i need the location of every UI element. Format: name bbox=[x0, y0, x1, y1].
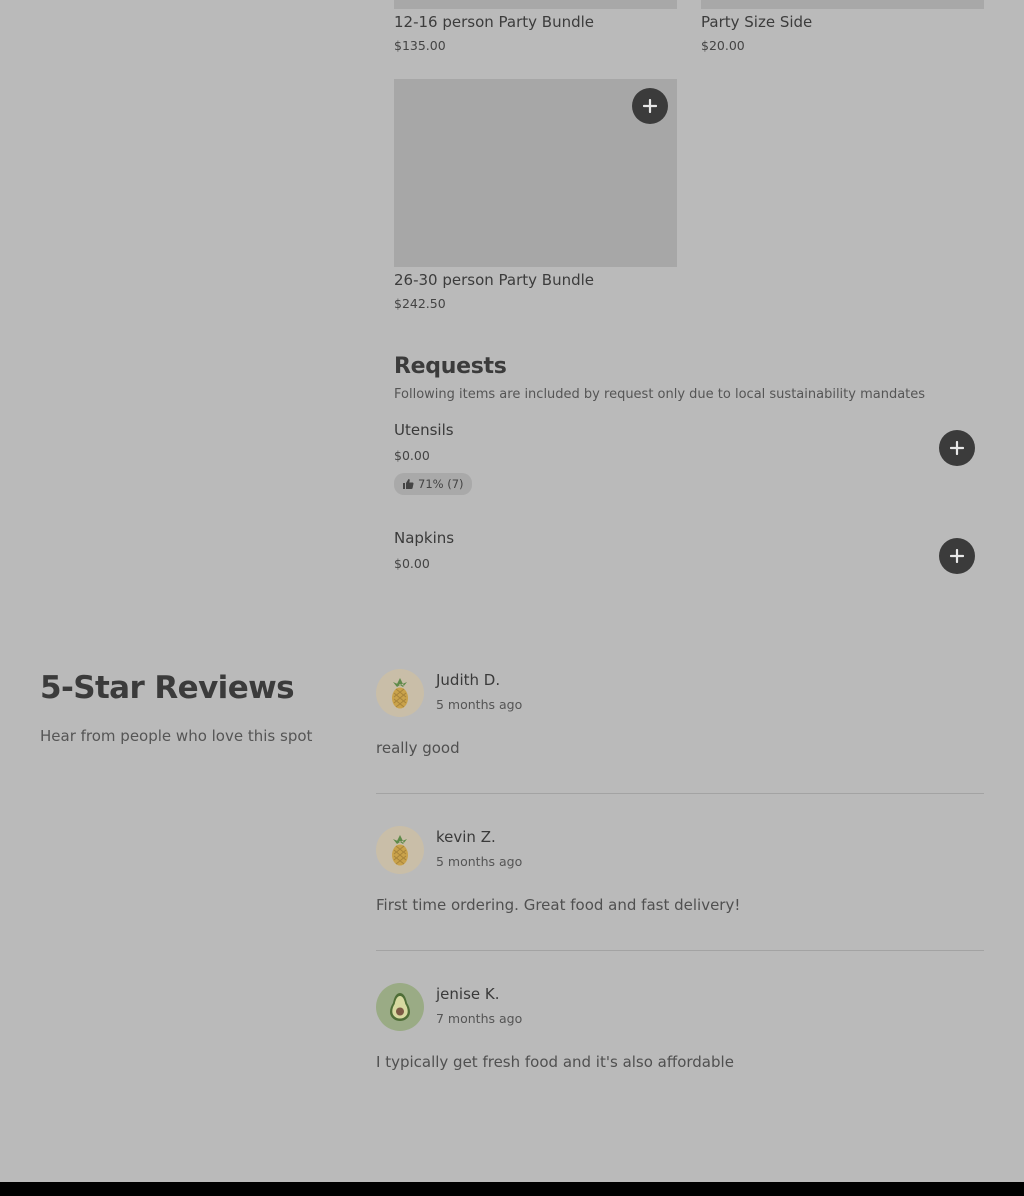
pineapple-icon bbox=[392, 835, 408, 866]
request-item-price: $0.00 bbox=[394, 556, 430, 571]
reviews-title: 5-Star Reviews bbox=[40, 670, 295, 706]
plus-icon bbox=[950, 441, 964, 455]
request-item-name[interactable]: Napkins bbox=[394, 529, 454, 547]
add-item-button[interactable] bbox=[632, 88, 668, 124]
footer bbox=[0, 1182, 1024, 1196]
reviewer-name: kevin Z. bbox=[436, 828, 496, 846]
menu-item-price: $20.00 bbox=[701, 38, 745, 53]
request-item-name[interactable]: Utensils bbox=[394, 421, 454, 439]
avatar bbox=[376, 669, 424, 717]
menu-item-price: $135.00 bbox=[394, 38, 446, 53]
requests-title: Requests bbox=[394, 354, 507, 379]
review-time: 5 months ago bbox=[436, 854, 523, 869]
menu-item-title[interactable]: 26-30 person Party Bundle bbox=[394, 271, 594, 289]
reviewer-name: Judith D. bbox=[436, 671, 501, 689]
review-text: I typically get fresh food and it's also… bbox=[376, 1053, 734, 1071]
request-item-price: $0.00 bbox=[394, 448, 430, 463]
plus-icon bbox=[643, 99, 657, 113]
menu-item-image[interactable] bbox=[394, 0, 677, 9]
add-item-button[interactable] bbox=[939, 430, 975, 466]
review-divider bbox=[376, 793, 984, 794]
review-text: really good bbox=[376, 739, 460, 757]
review-text: First time ordering. Great food and fast… bbox=[376, 896, 741, 914]
avatar bbox=[376, 983, 424, 1031]
avatar bbox=[376, 826, 424, 874]
menu-item-price: $242.50 bbox=[394, 296, 446, 311]
avocado-icon bbox=[390, 993, 410, 1021]
menu-item-title[interactable]: Party Size Side bbox=[701, 13, 812, 31]
review-time: 7 months ago bbox=[436, 1011, 523, 1026]
add-item-button[interactable] bbox=[939, 538, 975, 574]
reviewer-name: jenise K. bbox=[436, 985, 500, 1003]
menu-item-title[interactable]: 12-16 person Party Bundle bbox=[394, 13, 594, 31]
rating-value: 71% (7) bbox=[418, 477, 464, 491]
menu-item-image[interactable] bbox=[701, 0, 984, 9]
pineapple-icon bbox=[392, 678, 408, 709]
thumbs-up-icon bbox=[403, 479, 414, 489]
requests-subtitle: Following items are included by request … bbox=[394, 387, 926, 402]
review-time: 5 months ago bbox=[436, 697, 523, 712]
rating-badge: 71% (7) bbox=[394, 473, 472, 495]
reviews-subtitle: Hear from people who love this spot bbox=[40, 727, 313, 745]
review-divider bbox=[376, 950, 984, 951]
plus-icon bbox=[950, 549, 964, 563]
